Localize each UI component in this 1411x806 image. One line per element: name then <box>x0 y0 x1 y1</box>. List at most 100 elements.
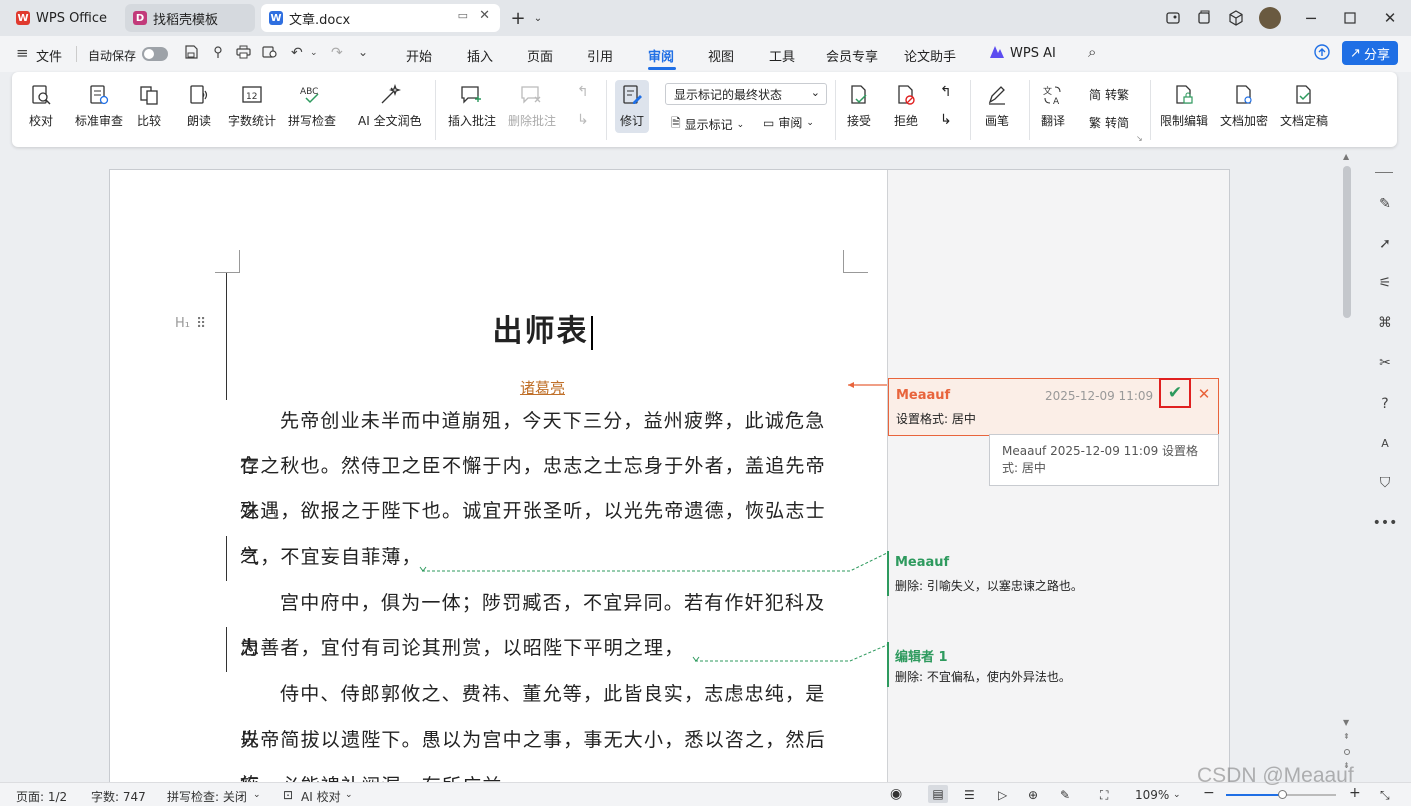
accept-button[interactable]: 接受 <box>846 82 872 129</box>
new-tab-icon[interactable]: + <box>508 8 528 29</box>
more-icon[interactable]: ••• <box>1373 513 1398 533</box>
window-mode-icon[interactable] <box>1194 8 1214 28</box>
fit-page-icon[interactable]: ⛶ <box>1100 788 1108 803</box>
track-changes-button[interactable]: 修订 <box>615 80 649 133</box>
proofread-button[interactable]: 校对 <box>28 82 54 129</box>
cloud-upload-icon[interactable] <box>1313 44 1331 64</box>
search-icon[interactable]: ⌕ <box>1088 43 1096 61</box>
menu-page[interactable]: 页面 <box>527 46 553 65</box>
menu-tools[interactable]: 工具 <box>769 46 795 65</box>
to-simplified-button[interactable]: 繁 转简 <box>1089 114 1129 131</box>
tab-wps-office[interactable]: W WPS Office <box>8 4 118 32</box>
read-aloud-button[interactable]: 朗读 <box>186 82 212 129</box>
hamburger-icon[interactable]: ≡ <box>16 44 29 62</box>
standard-review-button[interactable]: 标准审查 <box>75 82 123 129</box>
shirt-icon[interactable]: ⛉ <box>1375 473 1395 493</box>
file-menu[interactable]: 文件 <box>36 46 62 65</box>
float-window-icon[interactable]: ▭ <box>458 9 468 22</box>
vertical-scrollbar[interactable]: ▲ ▼ ⇞ ⇟ <box>1341 152 1353 780</box>
skin-icon[interactable] <box>1163 8 1183 28</box>
previous-comment-icon[interactable]: ↰ <box>577 84 589 100</box>
print-preview-icon[interactable] <box>262 45 278 63</box>
translate-button[interactable]: 文A 翻译 <box>1040 82 1066 129</box>
page-indicator[interactable]: 页面: 1/2 <box>16 788 67 805</box>
redo-icon[interactable]: ↷ <box>331 45 343 61</box>
menu-insert[interactable]: 插入 <box>467 46 493 65</box>
comment-card-delete[interactable]: Meaauf 删除: 引喻失义，以塞忠谏之路也。 <box>888 551 1188 596</box>
wps-ai-icon[interactable] <box>989 45 1005 63</box>
accept-change-icon[interactable]: ✔ <box>1159 378 1191 408</box>
translate-doc-icon[interactable]: ⌘ <box>1375 313 1395 333</box>
menu-review[interactable]: 审阅 <box>648 46 674 65</box>
ai-check-status[interactable]: AI 校对 <box>301 788 341 805</box>
menu-view[interactable]: 视图 <box>708 46 734 65</box>
restrict-edit-button[interactable]: 限制编辑 <box>1160 82 1208 129</box>
menu-reference[interactable]: 引用 <box>587 46 613 65</box>
wps-ai-button[interactable]: WPS AI <box>1010 46 1056 61</box>
show-markup-button[interactable]: 🗎 显示标记 ⌄ <box>671 114 744 135</box>
cube-icon[interactable] <box>1226 8 1246 28</box>
undo-icon[interactable]: ↶ <box>291 45 303 61</box>
font-icon[interactable]: A <box>1375 433 1395 453</box>
close-window-icon[interactable]: ✕ <box>1380 8 1400 28</box>
dialog-launcher-icon[interactable]: ↘ <box>1136 134 1143 143</box>
delete-comment-button[interactable]: 删除批注 <box>508 82 556 129</box>
word-count-status[interactable]: 字数: 747 <box>91 788 146 805</box>
document-title[interactable]: 出师表 <box>240 306 845 350</box>
outline-view-icon[interactable]: ☰ <box>964 788 975 802</box>
zoom-slider-handle[interactable] <box>1278 790 1287 799</box>
autosave-toggle[interactable] <box>142 47 168 61</box>
minimize-icon[interactable]: ─ <box>1301 8 1321 28</box>
scrollbar-thumb[interactable] <box>1343 166 1351 318</box>
to-traditional-button[interactable]: 简 转繁 <box>1089 86 1129 103</box>
share-button[interactable]: ↗ 分享 <box>1342 41 1398 65</box>
next-comment-icon[interactable]: ↳ <box>577 112 589 128</box>
review-pane-button[interactable]: ▭ 审阅 ⌄ <box>763 114 814 131</box>
paragraph-line[interactable]: 行，必能裨补阙漏，有所广益。 <box>240 764 845 782</box>
heading-level-marker[interactable]: H₁ <box>175 316 190 331</box>
spell-check-button[interactable]: ABC 拼写检查 <box>288 82 336 129</box>
menu-member[interactable]: 会员专享 <box>826 46 878 65</box>
menu-thesis[interactable]: 论文助手 <box>904 46 956 65</box>
reject-change-icon[interactable]: ✕ <box>1192 382 1216 406</box>
ink-button[interactable]: 画笔 <box>984 82 1010 129</box>
page-view-icon[interactable]: ▤ <box>928 785 948 803</box>
previous-change-icon[interactable]: ↰ <box>940 84 952 100</box>
spell-check-status[interactable]: 拼写检查: 关闭 <box>167 788 247 805</box>
compare-button[interactable]: 比较 <box>136 82 162 129</box>
browse-object-icon[interactable] <box>1344 749 1350 755</box>
play-icon[interactable]: ▷ <box>998 788 1007 802</box>
menu-start[interactable]: 开始 <box>406 46 432 65</box>
reject-button[interactable]: 拒绝 <box>893 82 919 129</box>
ai-polish-button[interactable]: AI 全文润色 <box>358 82 422 129</box>
tab-list-chevron-icon[interactable]: ⌄ <box>528 8 548 28</box>
next-change-icon[interactable]: ↳ <box>940 112 952 128</box>
scroll-down-icon[interactable]: ▼ <box>1343 718 1349 727</box>
markup-display-select[interactable]: 显示标记的最终状态 ⌄ <box>665 83 827 105</box>
tab-template[interactable]: D 找稻壳模板 <box>125 4 255 32</box>
tab-document[interactable]: W 文章.docx ▭ ✕ <box>261 4 500 32</box>
encrypt-button[interactable]: 文档加密 <box>1220 82 1268 129</box>
print-icon[interactable] <box>236 45 251 63</box>
comment-card-delete[interactable]: 编辑者 1 删除: 不宜偏私，使内外异法也。 <box>888 642 1188 687</box>
maximize-icon[interactable] <box>1340 8 1360 28</box>
close-tab-icon[interactable]: ✕ <box>479 8 490 23</box>
save-icon[interactable] <box>184 45 198 63</box>
scroll-up-icon[interactable]: ▲ <box>1343 152 1349 161</box>
pen-icon[interactable]: ✎ <box>1375 194 1395 214</box>
previous-page-icon[interactable]: ⇞ <box>1343 732 1350 741</box>
zoom-level[interactable]: 109% <box>1135 788 1169 802</box>
help-icon[interactable]: ? <box>1375 394 1395 414</box>
undo-chevron-icon[interactable]: ⌄ <box>310 48 318 58</box>
adjust-icon[interactable]: ⚟ <box>1375 273 1395 293</box>
drag-handle-icon[interactable]: ⠿ <box>196 316 206 332</box>
web-view-icon[interactable]: ⊕ <box>1028 788 1038 802</box>
pointer-icon[interactable]: ➚ <box>1375 234 1395 254</box>
eye-icon[interactable]: ◉ <box>890 786 902 802</box>
more-chevron-icon[interactable]: ⌄ <box>358 45 368 59</box>
avatar[interactable] <box>1259 7 1281 29</box>
finalize-button[interactable]: 文档定稿 <box>1280 82 1328 129</box>
annotate-icon[interactable]: ✎ <box>1060 788 1070 802</box>
export-pdf-icon[interactable] <box>211 45 225 63</box>
insert-comment-button[interactable]: 插入批注 <box>448 82 496 129</box>
